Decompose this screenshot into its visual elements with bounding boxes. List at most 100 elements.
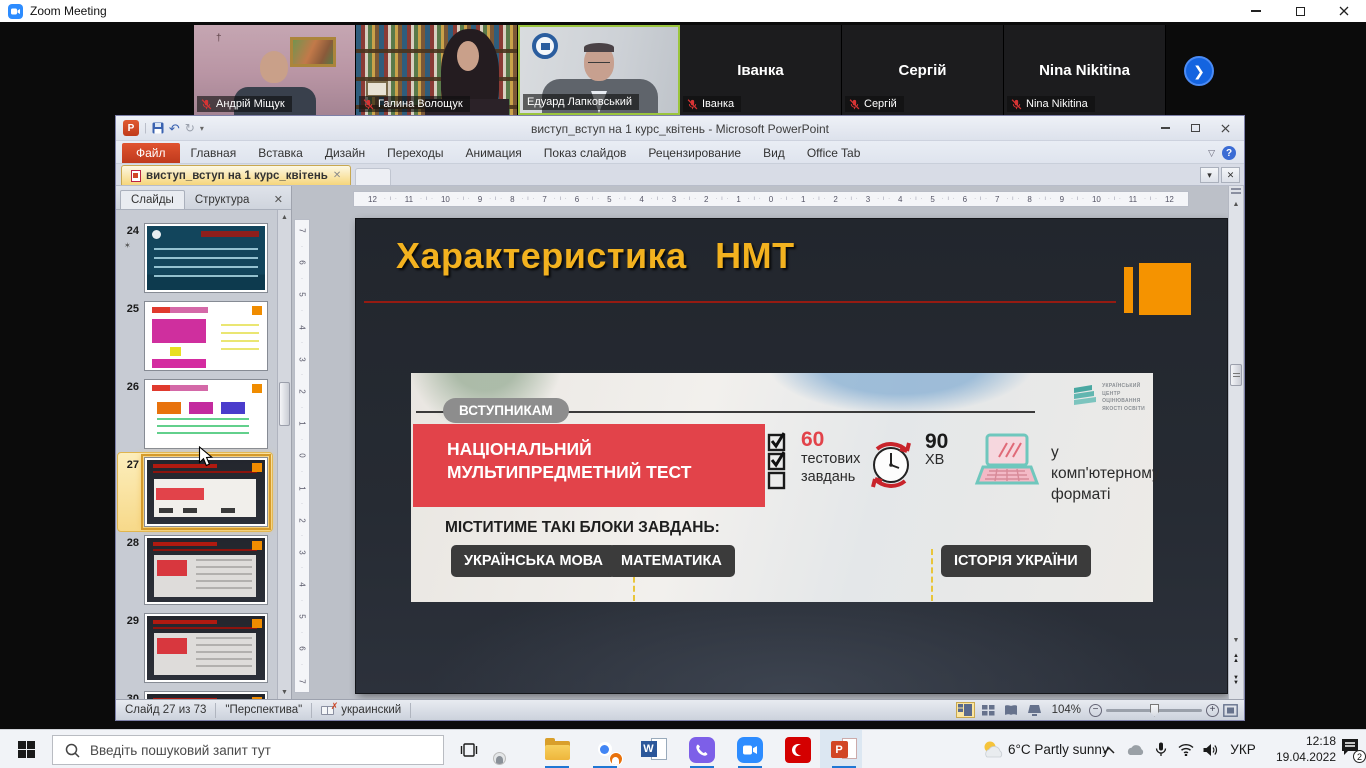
ribbon-tab-view[interactable]: Вид [752, 143, 796, 163]
zoom-minimize-button[interactable] [1234, 0, 1278, 22]
taskbar-zoom-icon[interactable] [733, 730, 767, 768]
weather-icon[interactable] [978, 730, 1008, 768]
slide-thumbnail[interactable] [144, 457, 268, 527]
ribbon-collapse-icon[interactable]: ▽ [1208, 148, 1215, 159]
help-icon[interactable]: ? [1222, 146, 1236, 160]
language-indicator[interactable]: УКР [1226, 730, 1260, 768]
taskbar-red-app-icon[interactable] [781, 730, 815, 768]
participant-tile-nina[interactable]: Nina Nikitina Nina Nikitina [1004, 25, 1166, 115]
scroll-up-icon[interactable]: ▲ [278, 210, 291, 224]
zoom-slider-thumb[interactable] [1150, 704, 1159, 717]
document-tab-new[interactable] [355, 168, 391, 185]
ribbon-tab-office-tab[interactable]: Office Tab [796, 143, 872, 163]
reading-view-button[interactable] [1002, 702, 1021, 718]
ribbon-tab-insert[interactable]: Вставка [247, 143, 314, 163]
ppt-statusbar: Слайд 27 из 73 "Перспектива" ✗ украински… [116, 699, 1244, 720]
onedrive-cloud-icon[interactable] [1122, 730, 1148, 768]
fit-to-window-icon[interactable] [1223, 704, 1238, 717]
next-slide-button[interactable]: ▼▼ [1229, 671, 1243, 691]
ribbon-tab-animations[interactable]: Анимация [454, 143, 532, 163]
slide-thumbnail[interactable] [144, 691, 268, 699]
taskbar-file-explorer-icon[interactable] [540, 730, 574, 768]
volume-icon[interactable] [1198, 730, 1224, 768]
panel-scrollbar-thumb[interactable] [279, 382, 290, 426]
slide-thumbnail[interactable] [144, 613, 268, 683]
taskbar-clock[interactable]: 12:18 19.04.2022 [1276, 730, 1336, 768]
panel-scrollbar[interactable]: ▲ ▼ [277, 210, 291, 699]
slide-number: 27 [118, 459, 139, 471]
start-button[interactable] [8, 730, 44, 768]
spelling-language[interactable]: ✗ украинский [312, 703, 411, 718]
ppt-minimize-button[interactable] [1150, 119, 1180, 138]
tab-close-button[interactable]: ✕ [1221, 167, 1240, 183]
scroll-down-icon[interactable]: ▼ [1229, 634, 1243, 647]
participant-tile-sergiy[interactable]: Сергій Сергій [842, 25, 1004, 115]
ppt-close-button[interactable] [1210, 119, 1240, 138]
normal-view-button[interactable] [956, 702, 975, 718]
panel-close-icon[interactable]: ✕ [274, 193, 283, 209]
participant-name-label: Андрій Міщук [197, 96, 292, 112]
ribbon-tab-design[interactable]: Дизайн [314, 143, 376, 163]
slide-thumbnail[interactable] [144, 301, 268, 371]
slide-sorter-view-button[interactable] [979, 702, 998, 718]
slide-thumbnail[interactable] [144, 223, 268, 293]
save-icon[interactable] [152, 122, 164, 134]
laptop-icon [973, 433, 1041, 489]
zoom-close-button[interactable] [1322, 0, 1366, 22]
document-tab-active[interactable]: виступ_вступ на 1 курс_квітень ✕ [121, 165, 351, 185]
format-text: у комп'ютерному форматі [1051, 443, 1160, 506]
search-icon [65, 743, 80, 758]
panel-tab-outline[interactable]: Структура [185, 191, 260, 209]
canvas-scrollbar-thumb[interactable] [1230, 364, 1242, 386]
tray-expand-icon[interactable] [1097, 730, 1121, 768]
canvas-scrollbar[interactable]: ▲ ▼ ▲▲ ▼▼ [1228, 186, 1243, 699]
zoom-level[interactable]: 104% [1048, 704, 1085, 716]
zoom-out-button[interactable]: − [1089, 704, 1102, 717]
participant-video-galyna[interactable]: Галина Волощук [356, 25, 518, 115]
taskbar-powerpoint-icon[interactable]: P [827, 730, 861, 768]
document-tab-close-icon[interactable]: ✕ [333, 170, 341, 181]
slideshow-view-button[interactable] [1025, 702, 1044, 718]
zoom-slider[interactable] [1106, 709, 1202, 712]
taskbar-chrome-icon[interactable] [588, 730, 622, 768]
participant-tile-ivanka[interactable]: Іванка Іванка [680, 25, 842, 115]
participant-video-andriy[interactable]: † Андрій Міщук [194, 25, 356, 115]
ribbon-tab-file[interactable]: Файл [122, 143, 180, 163]
participant-video-eduard-active-speaker[interactable]: Едуард Лапковський [518, 25, 680, 115]
gallery-next-page-button[interactable]: ❯ [1184, 56, 1214, 86]
accent-bar [1124, 267, 1133, 313]
slide-thumbnail[interactable] [144, 535, 268, 605]
zoom-maximize-button[interactable] [1278, 0, 1322, 22]
ribbon-tab-slideshow[interactable]: Показ слайдов [533, 143, 638, 163]
taskbar-viber-icon[interactable] [685, 730, 719, 768]
powerpoint-logo-icon[interactable]: P [123, 120, 139, 136]
blocks-heading: МІСТИТИМЕ ТАКІ БЛОКИ ЗАВДАНЬ: [445, 519, 720, 537]
wall-painting [290, 37, 336, 67]
previous-slide-button[interactable]: ▲▲ [1229, 649, 1243, 669]
ribbon-tab-review[interactable]: Рецензирование [637, 143, 752, 163]
panel-tab-slides[interactable]: Слайды [120, 190, 185, 209]
zoom-in-button[interactable]: + [1206, 704, 1219, 717]
microphone-tray-icon[interactable] [1149, 730, 1173, 768]
taskbar-edge-icon[interactable] [492, 730, 526, 768]
ribbon-tab-transitions[interactable]: Переходы [376, 143, 454, 163]
splitter-handle[interactable] [1231, 188, 1241, 194]
slide-number: 25 [118, 303, 139, 315]
qat-dropdown-icon[interactable]: ▾ [200, 124, 204, 133]
undo-icon[interactable]: ↶ [169, 122, 180, 135]
tab-list-dropdown-button[interactable]: ▾ [1200, 167, 1219, 183]
slide-number: 28 [118, 537, 139, 549]
taskbar-search-input[interactable]: Введіть пошуковий запит тут [52, 735, 444, 765]
scroll-down-icon[interactable]: ▼ [278, 685, 291, 699]
screen: Zoom Meeting † Андрій Міщук Галина [0, 0, 1366, 768]
theme-name[interactable]: "Перспектива" [216, 703, 312, 718]
notification-center-icon[interactable]: 2 [1340, 738, 1362, 760]
taskbar-word-icon[interactable]: W [637, 730, 671, 768]
scroll-up-icon[interactable]: ▲ [1229, 198, 1243, 211]
slide-thumbnail[interactable] [144, 379, 268, 449]
slide-canvas[interactable]: Характеристика НМТ ВСТУПНИКАМ НАЦІОНАЛЬН… [356, 219, 1227, 693]
ppt-maximize-button[interactable] [1180, 119, 1210, 138]
wifi-icon[interactable] [1174, 730, 1198, 768]
ribbon-tab-home[interactable]: Главная [180, 143, 248, 163]
redo-icon[interactable]: ↻ [185, 122, 195, 134]
